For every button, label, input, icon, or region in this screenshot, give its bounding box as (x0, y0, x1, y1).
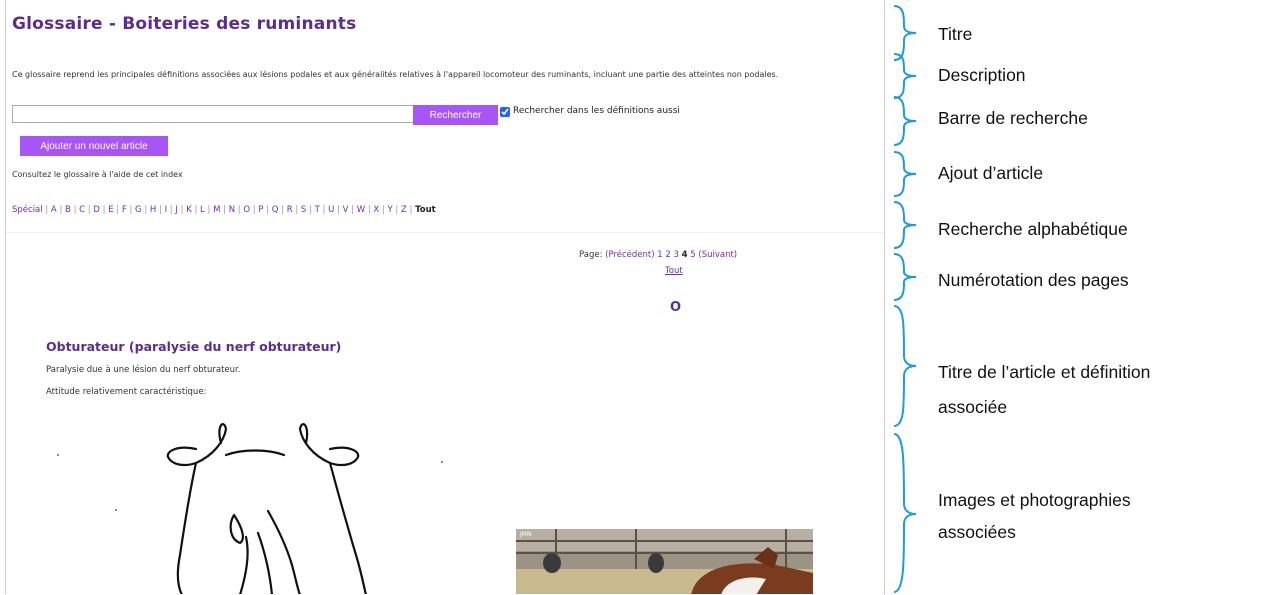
cow-photo: JMN (516, 529, 813, 594)
search-input[interactable] (12, 105, 414, 123)
index-separator: | (126, 205, 136, 215)
brace-icon (893, 151, 917, 197)
divider (6, 232, 884, 233)
annotation-title: Titre (938, 24, 973, 44)
search-button[interactable]: Rechercher (413, 105, 498, 125)
index-separator: | (392, 205, 401, 215)
brace-icon (893, 96, 917, 146)
pagination-previous[interactable]: (Précédent) (605, 250, 654, 260)
annotation-alphabetical-search: Recherche alphabétique (938, 219, 1128, 239)
alphabetical-index: Spécial | A | B | C | D | E | F | G | H … (12, 205, 436, 215)
index-separator: | (334, 205, 343, 215)
article-attitude: Attitude relativement caractéristique: (46, 387, 207, 397)
index-entry-tout: Tout (415, 205, 436, 215)
pagination-pages: 1 2 3 4 5 (657, 250, 698, 260)
index-separator: | (56, 205, 66, 215)
index-separator: | (113, 205, 122, 215)
photo-watermark: JMN (520, 531, 532, 538)
pagination-page-3[interactable]: 3 (674, 250, 679, 260)
pagination-page-1[interactable]: 1 (657, 250, 662, 260)
section-letter: O (670, 300, 682, 315)
article-definition: Paralysie due à une lésion du nerf obtur… (46, 365, 241, 375)
pagination-page-5[interactable]: 5 (690, 250, 695, 260)
index-entry-spécial[interactable]: Spécial (12, 205, 43, 215)
annotation-article-title-line2: associée (938, 397, 1008, 417)
index-intro: Consultez le glossaire à l'aide de cet i… (12, 170, 183, 179)
glossary-page-frame: Glossaire - Boiteries des ruminants Ce g… (5, 0, 885, 594)
annotation-description: Description (938, 65, 1026, 85)
index-separator: | (278, 205, 287, 215)
annotation-search-bar: Barre de recherche (938, 108, 1088, 128)
brace-icon (893, 433, 917, 593)
index-separator: | (204, 205, 214, 215)
brace-icon (893, 53, 917, 99)
search-definitions-label: Rechercher dans les définitions aussi (513, 106, 680, 116)
search-definitions-checkbox[interactable] (500, 107, 510, 117)
page-title: Glossaire - Boiteries des ruminants (12, 14, 357, 34)
annotation-images-line2: associées (938, 522, 1016, 542)
pagination-all[interactable]: Tout (665, 266, 683, 276)
brace-icon (893, 253, 917, 301)
pagination-page-4: 4 (681, 250, 688, 260)
index-separator: | (141, 205, 150, 215)
index-separator: | (220, 205, 229, 215)
page-description: Ce glossaire reprend les principales déf… (12, 70, 779, 79)
pagination-next[interactable]: (Suivant) (698, 250, 737, 260)
index-separator: | (99, 205, 109, 215)
index-separator: | (70, 205, 80, 215)
article-title: Obturateur (paralysie du nerf obturateur… (46, 339, 342, 354)
index-separator: | (406, 205, 416, 215)
index-separator: | (156, 205, 165, 215)
index-separator: | (319, 205, 329, 215)
index-separator: | (191, 205, 201, 215)
index-separator: | (263, 205, 272, 215)
index-entry-w[interactable]: W (357, 205, 365, 215)
index-separator: | (379, 205, 388, 215)
annotation-article-title-line1: Titre de l’article et définition (938, 362, 1151, 382)
annotation-images-line1: Images et photographies (938, 490, 1131, 510)
pagination-prefix: Page: (579, 250, 603, 260)
index-separator: | (306, 205, 315, 215)
brace-icon (893, 201, 917, 249)
annotation-add-article: Ajout d’article (938, 163, 1044, 183)
index-separator: | (348, 205, 357, 215)
cow-sketch-image (57, 423, 443, 594)
index-separator: | (42, 205, 51, 215)
index-entry-g[interactable]: G (135, 205, 142, 215)
pagination: Page: (Précédent) 1 2 3 4 5 (Suivant) (579, 250, 737, 260)
index-separator: | (292, 205, 301, 215)
index-separator: | (177, 205, 187, 215)
add-article-button[interactable]: Ajouter un nouvel article (20, 136, 168, 156)
annotation-page-numbering: Numérotation des pages (938, 270, 1129, 290)
brace-icon (893, 305, 917, 427)
pagination-page-2[interactable]: 2 (665, 250, 670, 260)
